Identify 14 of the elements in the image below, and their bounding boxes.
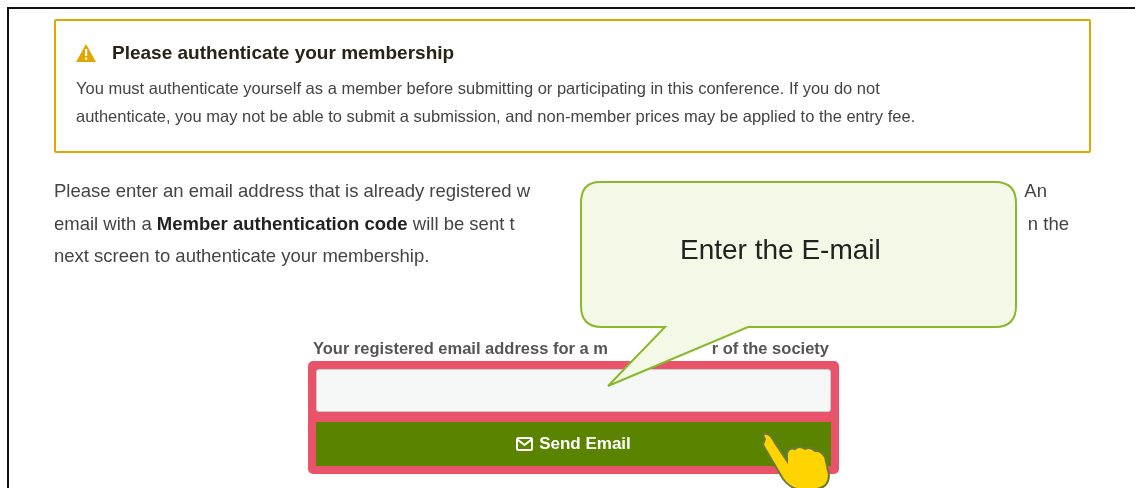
paragraph-text: An xyxy=(1024,179,1048,203)
callout-text: Enter the E-mail xyxy=(680,234,881,266)
paragraph-text: n the xyxy=(1027,211,1069,236)
alert-title: Please authenticate your membership xyxy=(112,42,455,64)
paragraph-text: next screen to authenticate your membership. xyxy=(54,244,430,268)
send-email-button[interactable]: Send Email xyxy=(316,421,831,466)
alert-message: You must authenticate yourself as a member before submitting or participating in this conference. If you do not authenticate, you may not be able to submit a submission, and non-member prices may be applied to the entry fee. xyxy=(76,78,917,127)
field-label: r of the society xyxy=(711,338,829,359)
paragraph-text: email with a Member authentication code will be sent t xyxy=(54,211,515,236)
field-label: Your registered email address for a m xyxy=(313,338,608,359)
email-field[interactable] xyxy=(316,368,831,412)
envelope-icon xyxy=(516,436,534,451)
warning-icon xyxy=(76,44,96,62)
paragraph-text: Please enter an email address that is already registered w xyxy=(54,179,531,203)
